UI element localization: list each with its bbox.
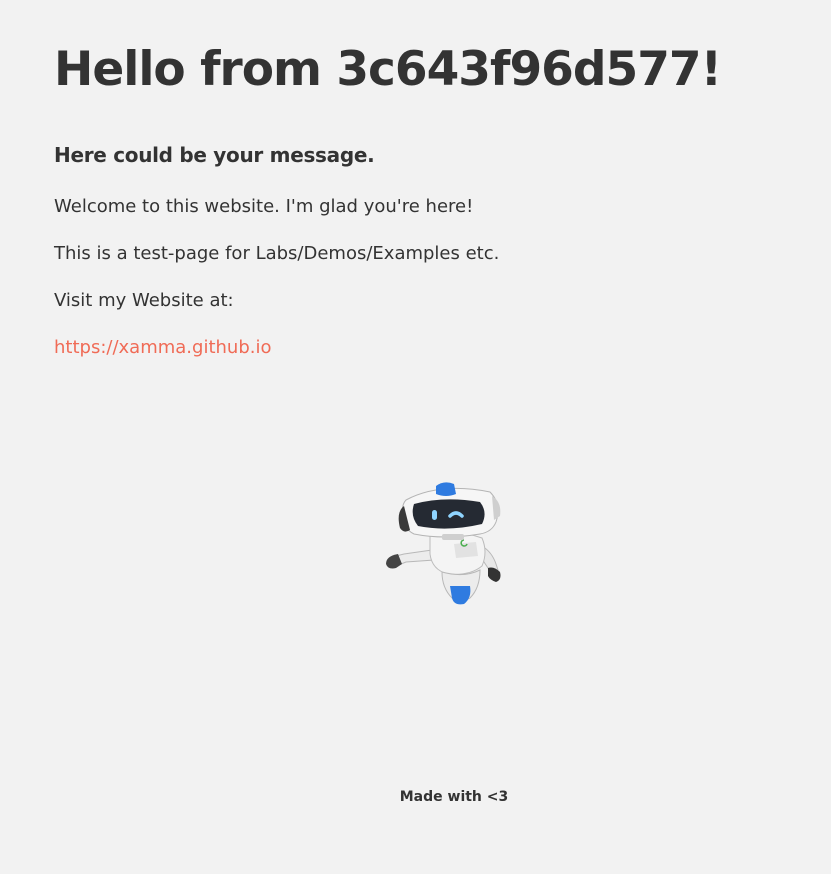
page-subtitle: Here could be your message. bbox=[54, 143, 375, 167]
footer-text: Made with <3 bbox=[399, 789, 509, 805]
visit-text: Visit my Website at: bbox=[54, 290, 234, 311]
website-link-paragraph: https://xamma.github.io bbox=[54, 337, 272, 358]
test-page-text: This is a test-page for Labs/Demos/Examp… bbox=[54, 243, 500, 264]
website-link[interactable]: https://xamma.github.io bbox=[54, 337, 272, 358]
robot-icon bbox=[386, 482, 501, 605]
page: Hello from 3c643f96d577! Here could be y… bbox=[0, 0, 831, 874]
page-title: Hello from 3c643f96d577! bbox=[54, 42, 722, 97]
welcome-text: Welcome to this website. I'm glad you're… bbox=[54, 196, 474, 217]
